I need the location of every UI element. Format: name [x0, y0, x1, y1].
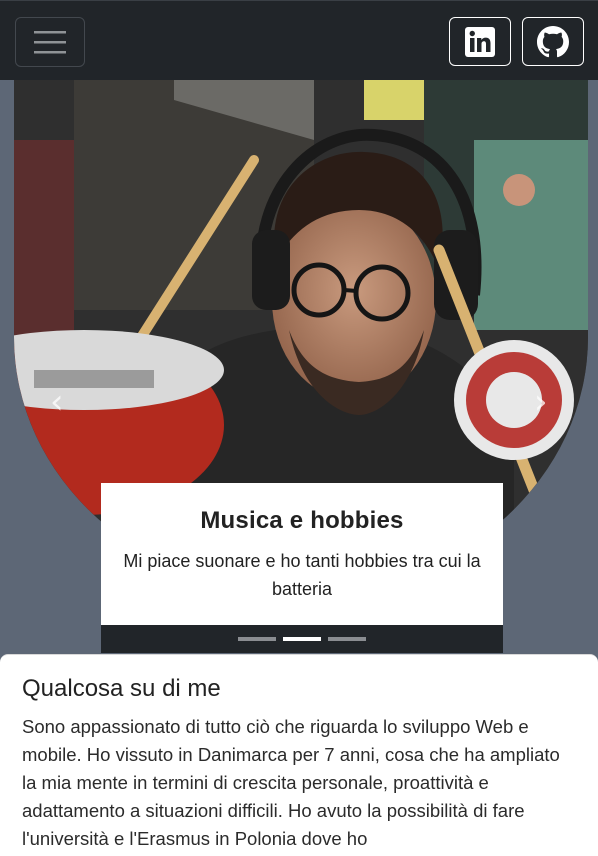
carousel-indicator-2[interactable]: [283, 637, 321, 641]
carousel-indicator-3[interactable]: [328, 637, 366, 641]
carousel-caption: Musica e hobbies Mi piace suonare e ho t…: [101, 483, 503, 625]
caption-title: Musica e hobbies: [200, 507, 404, 534]
carousel-indicators: [101, 625, 503, 653]
carousel-prev-button[interactable]: ‹: [50, 385, 64, 419]
about-title: Qualcosa su di me: [22, 675, 221, 702]
navbar: [0, 0, 598, 80]
carousel-indicator-1[interactable]: [238, 637, 276, 641]
linkedin-icon: [465, 26, 495, 57]
chevron-left-icon: ‹: [50, 382, 64, 422]
chevron-right-icon: ›: [534, 382, 548, 422]
carousel-next-button[interactable]: ›: [534, 385, 548, 419]
about-text: Sono appassionato di tutto ciò che rigua…: [22, 716, 560, 849]
about-card: Qualcosa su di me Sono appassionato di t…: [0, 654, 598, 856]
caption-text: Mi piace suonare e ho tanti hobbies tra …: [123, 551, 481, 599]
github-button[interactable]: [522, 17, 584, 66]
hamburger-menu-icon: [34, 31, 66, 54]
github-icon: [537, 25, 569, 57]
hero-section: ‹ › Musica e hobbies Mi piace suonare e …: [0, 80, 598, 654]
linkedin-button[interactable]: [449, 17, 511, 66]
navbar-toggler-button[interactable]: [15, 17, 85, 67]
